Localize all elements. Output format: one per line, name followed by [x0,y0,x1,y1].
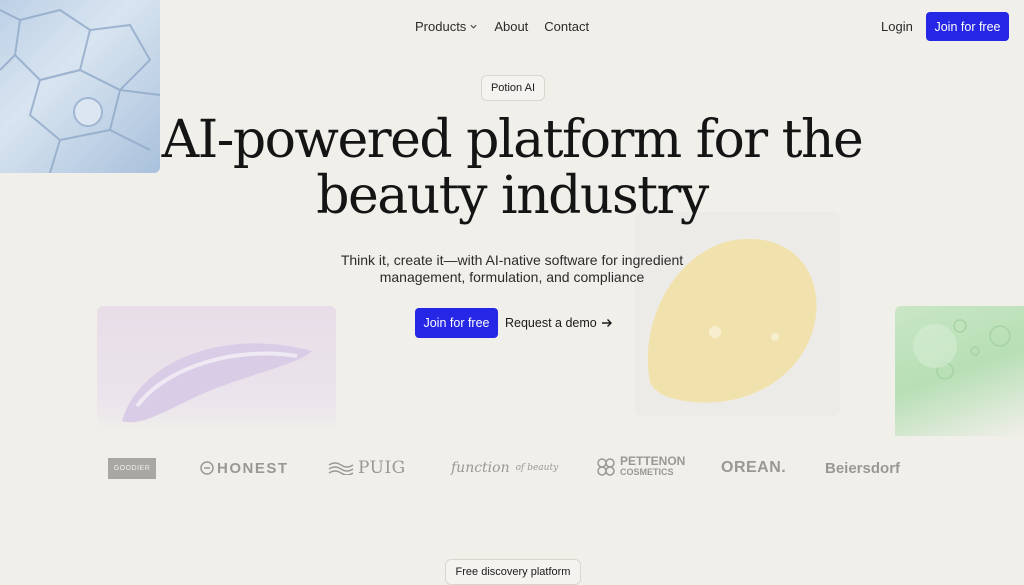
free-discovery-badge: Free discovery platform [445,559,581,585]
nav-about[interactable]: About [494,19,528,34]
nav-products[interactable]: Products [415,19,478,34]
request-demo-link[interactable]: Request a demo [505,316,613,330]
function-label: function [451,460,510,476]
lilac-cream-image [97,306,336,436]
puig-logo: PUIG [328,456,406,480]
goodier-logo: GOODIER [108,458,156,479]
hero-subtitle-line-2: management, formulation, and compliance [379,269,645,285]
main-nav: Products About Contact [415,19,589,34]
pettenon-label: PETTENON [620,454,686,468]
customer-logos: GOODIER HONEST PUIG function of beauty P… [108,454,1024,480]
puig-label: PUIG [358,458,406,478]
nav-contact[interactable]: Contact [544,19,589,34]
login-link[interactable]: Login [881,19,913,34]
hero-headline: AI-powered platform for the beauty indus… [150,112,874,224]
hero-join-button[interactable]: Join for free [415,308,498,338]
join-for-free-button[interactable]: Join for free [926,12,1009,41]
honest-label: HONEST [217,459,289,477]
product-badge: Potion AI [481,75,545,101]
hero-headline-line-2: beauty industry [316,166,709,226]
hero-subtitle: Think it, create it—with AI-native softw… [310,252,714,286]
pettenon-mark-icon [597,458,615,476]
request-demo-label: Request a demo [505,316,597,330]
oil-drop-image [635,212,840,416]
nav-products-label: Products [415,19,467,34]
honest-mark-icon [200,461,214,475]
puig-waves-icon [328,462,354,475]
cells-image [0,0,160,173]
honest-logo: HONEST [200,456,289,480]
pettenon-logo: PETTENON COSMETICS [596,454,686,480]
hero-subtitle-line-1: Think it, create it—with AI-native softw… [340,252,684,268]
green-bubbles-image [895,306,1024,436]
function-suffix: of beauty [515,463,559,473]
chevron-down-icon [470,24,477,29]
function-of-beauty-logo: function of beauty [451,456,558,480]
arrow-right-icon [601,319,612,327]
orean-logo: OREAN. [721,459,787,476]
pettenon-sublabel: COSMETICS [620,467,674,477]
hero-headline-line-1: AI-powered platform for the [161,110,864,170]
beiersdorf-logo: Beiersdorf [825,459,901,477]
